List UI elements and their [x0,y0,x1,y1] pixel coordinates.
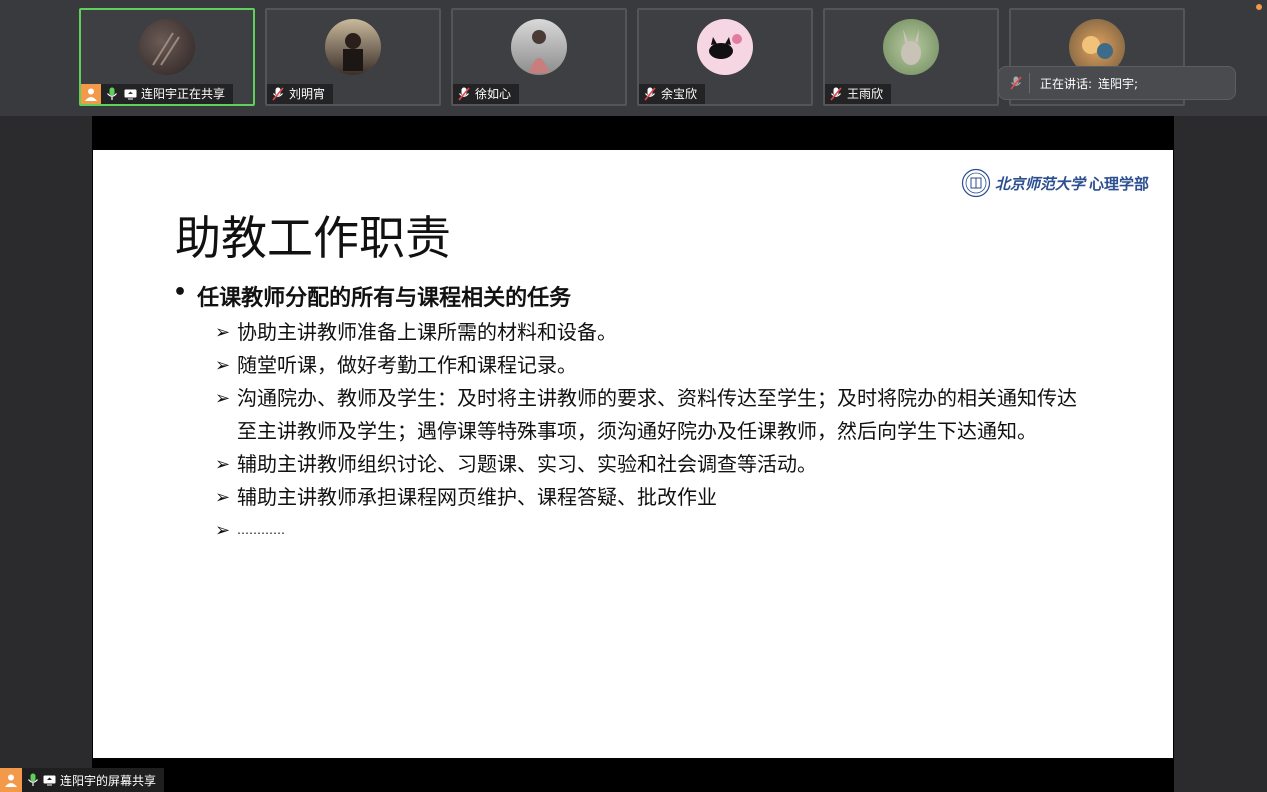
muted-microphone-icon[interactable] [457,87,471,101]
user-icon [81,84,101,104]
participant-name: 连阳宇正在共享 [141,87,226,101]
notification-dot [1256,4,1262,10]
list-item: ➢ 辅助主讲教师组织讨论、习题课、实习、实验和社会调查等活动。 [215,448,1085,481]
list-item-text: 辅助主讲教师组织讨论、习题课、实习、实验和社会调查等活动。 [237,452,817,476]
participant-name-bar: 刘明宵 [267,84,334,104]
participant-tile-1[interactable]: 连阳宇正在共享 [79,8,255,106]
list-item-text: 协助主讲教师准备上课所需的材料和设备。 [237,320,617,344]
participant-name-bar: 连阳宇正在共享 [81,84,234,104]
speaking-indicator: 正在讲话: 连阳宇; [998,66,1236,100]
arrow-bullet-icon: ➢ [215,322,231,343]
participant-name: 王雨欣 [847,87,884,101]
list-item-text: ………… [237,523,285,537]
participant-name-bar: 王雨欣 [825,84,892,104]
logo-department: 心理学部 [1088,174,1149,193]
arrow-bullet-icon: ➢ [215,520,231,541]
screen-share-owner: 连阳宇的屏幕共享 [60,773,157,788]
list-item: ➢ 协助主讲教师准备上课所需的材料和设备。 [215,316,1085,349]
presentation-slide: 北京师范大学 心理学部 助教工作职责 • 任课教师分配的所有与课程相关的任务 ➢… [93,150,1173,758]
university-seal-icon [961,168,991,198]
bullet-dot-icon: • [173,280,188,305]
participant-tile-4[interactable]: 余宝欣 [637,8,813,106]
arrow-bullet-icon: ➢ [215,487,231,508]
muted-microphone-icon[interactable] [643,87,657,101]
logo-school-name: 北京师范大学 [994,174,1085,193]
university-logo: 北京师范大学 心理学部 [961,168,1149,198]
list-item-text: 随堂听课，做好考勤工作和课程记录。 [237,353,577,377]
avatar [883,19,939,75]
list-item: ➢ ………… [215,514,1085,547]
participant-name-bar: 徐如心 [453,84,520,104]
participant-name: 余宝欣 [661,87,698,101]
sub-bullet-list: ➢ 协助主讲教师准备上课所需的材料和设备。 ➢ 随堂听课，做好考勤工作和课程记录… [215,316,1085,547]
screen-share-icon [42,773,56,787]
speaking-name: 连阳宇; [1098,76,1139,91]
participant-name: 徐如心 [475,87,512,101]
avatar [325,19,381,75]
divider [1029,73,1030,93]
participant-tile-3[interactable]: 徐如心 [451,8,627,106]
arrow-bullet-icon: ➢ [215,454,231,475]
microphone-icon[interactable] [26,773,40,787]
slide-title: 助教工作职责 [175,211,451,265]
participant-tile-2[interactable]: 刘明宵 [265,8,441,106]
avatar [511,19,567,75]
muted-microphone-icon[interactable] [829,87,843,101]
arrow-bullet-icon: ➢ [215,388,231,409]
avatar [697,19,753,75]
list-item: ➢ 随堂听课，做好考勤工作和课程记录。 [215,349,1085,382]
muted-microphone-icon [1009,76,1023,90]
participant-tile-5[interactable]: 王雨欣 [823,8,999,106]
arrow-bullet-icon: ➢ [215,355,231,376]
main-bullet-text: 任课教师分配的所有与课程相关的任务 [197,286,572,311]
list-item-text: 辅助主讲教师承担课程网页维护、课程答疑、批改作业 [237,485,717,509]
microphone-icon[interactable] [105,87,119,101]
screen-share-icon [123,87,137,101]
participant-name: 刘明宵 [289,87,326,101]
main-bullet: • 任课教师分配的所有与课程相关的任务 [173,280,571,312]
muted-microphone-icon[interactable] [271,87,285,101]
avatar [139,19,195,75]
user-icon [0,768,22,792]
list-item: ➢ 沟通院办、教师及学生：及时将主讲教师的要求、资料传达至学生；及时将院办的相关… [215,382,1085,448]
list-item-text: 沟通院办、教师及学生：及时将主讲教师的要求、资料传达至学生；及时将院办的相关通知… [237,386,1077,443]
participant-strip: 连阳宇正在共享 刘明宵 徐如心 余宝欣 王雨欣 正在讲话: 连阳宇; [0,0,1267,116]
screen-share-label-bar: 连阳宇的屏幕共享 [0,768,165,792]
speaking-label: 正在讲话: [1040,76,1093,91]
participant-name-bar: 余宝欣 [639,84,706,104]
list-item: ➢ 辅助主讲教师承担课程网页维护、课程答疑、批改作业 [215,481,1085,514]
